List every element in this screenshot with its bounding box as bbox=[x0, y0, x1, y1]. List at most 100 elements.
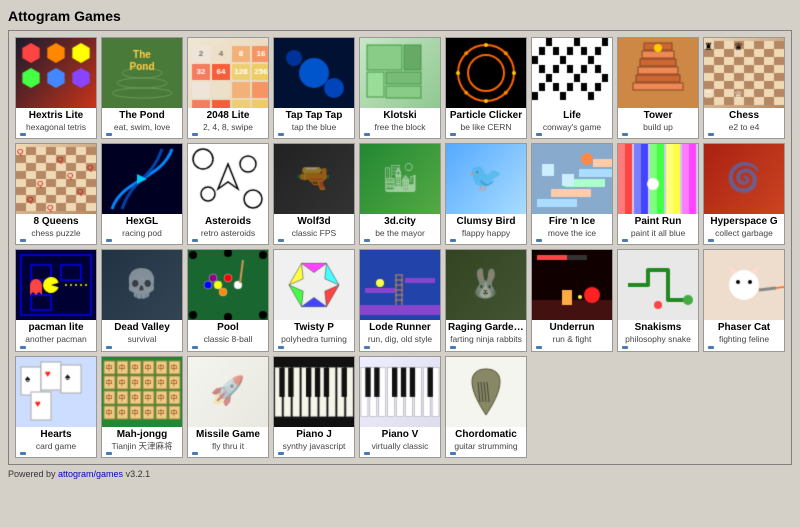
game-card-deadvalley[interactable]: Dead Valleysurvival bbox=[101, 249, 183, 351]
game-badge-pianoj bbox=[276, 451, 352, 456]
game-card-hexgl[interactable]: HexGLracing pod bbox=[101, 143, 183, 245]
game-card-chess[interactable]: Chesse2 to e4 bbox=[703, 37, 785, 139]
game-info-deadvalley: Dead Valleysurvival bbox=[102, 320, 182, 350]
game-badge-chess bbox=[706, 132, 782, 137]
game-subtitle-asteroids: retro asteroids bbox=[190, 228, 266, 238]
game-info-clumsy: Clumsy Birdflappy happy bbox=[446, 214, 526, 244]
game-info-chordo: Chordomaticguitar strumming bbox=[446, 427, 526, 457]
game-thumb-wolf3d bbox=[274, 144, 354, 214]
game-card-lode[interactable]: Lode Runnerrun, dig, old style bbox=[359, 249, 441, 351]
game-title-mahjongg: Mah-jongg bbox=[104, 429, 180, 441]
game-card-mahjongg[interactable]: Mah-jonggTianjin 天津麻将 bbox=[101, 356, 183, 458]
game-card-fireice[interactable]: Fire 'n Icemove the ice bbox=[531, 143, 613, 245]
game-badge-mahjongg bbox=[104, 451, 180, 456]
footer-text: Powered by bbox=[8, 469, 58, 479]
game-card-8queens[interactable]: 8 Queenschess puzzle bbox=[15, 143, 97, 245]
game-info-pianoj: Piano Jsynthy javascript bbox=[274, 427, 354, 457]
game-subtitle-klotski: free the block bbox=[362, 122, 438, 132]
game-badge-pool bbox=[190, 345, 266, 350]
game-thumb-mahjongg bbox=[102, 357, 182, 427]
game-badge-pond bbox=[104, 132, 180, 137]
game-badge-twisty bbox=[276, 345, 352, 350]
game-info-particle: Particle Clickerbe like CERN bbox=[446, 108, 526, 138]
game-card-pacman[interactable]: pacman liteanother pacman bbox=[15, 249, 97, 351]
game-card-raging[interactable]: Raging Gardensfarting ninja rabbits bbox=[445, 249, 527, 351]
game-card-hearts[interactable]: Heartscard game bbox=[15, 356, 97, 458]
game-badge-3dcity bbox=[362, 238, 438, 243]
game-subtitle-chordo: guitar strumming bbox=[448, 441, 524, 451]
game-thumb-raging bbox=[446, 250, 526, 320]
game-card-hyperspace[interactable]: Hyperspace Gcollect garbage bbox=[703, 143, 785, 245]
game-subtitle-pacman: another pacman bbox=[18, 334, 94, 344]
game-card-snakisms[interactable]: Snakismsphilosophy snake bbox=[617, 249, 699, 351]
footer-link[interactable]: attogram/games bbox=[58, 469, 123, 479]
game-card-underrun[interactable]: Underrunrun & fight bbox=[531, 249, 613, 351]
game-info-raging: Raging Gardensfarting ninja rabbits bbox=[446, 320, 526, 350]
game-subtitle-pond: eat, swim, love bbox=[104, 122, 180, 132]
game-card-klotski[interactable]: Klotskifree the block bbox=[359, 37, 441, 139]
game-badge-klotski bbox=[362, 132, 438, 137]
game-info-hextris: Hextris Litehexagonal tetris bbox=[16, 108, 96, 138]
game-badge-wolf3d bbox=[276, 238, 352, 243]
game-card-wolf3d[interactable]: Wolf3dclassic FPS bbox=[273, 143, 355, 245]
game-card-clumsy[interactable]: Clumsy Birdflappy happy bbox=[445, 143, 527, 245]
game-card-3dcity[interactable]: 3d.citybe the mayor bbox=[359, 143, 441, 245]
game-title-hextris: Hextris Lite bbox=[18, 110, 94, 122]
game-title-wolf3d: Wolf3d bbox=[276, 216, 352, 228]
game-title-taptap: Tap Tap Tap bbox=[276, 110, 352, 122]
game-thumb-hexgl bbox=[102, 144, 182, 214]
game-subtitle-hexgl: racing pod bbox=[104, 228, 180, 238]
game-title-pool: Pool bbox=[190, 322, 266, 334]
game-info-wolf3d: Wolf3dclassic FPS bbox=[274, 214, 354, 244]
game-card-paintrun[interactable]: Paint Runpaint it all blue bbox=[617, 143, 699, 245]
game-badge-underrun bbox=[534, 345, 610, 350]
game-subtitle-fireice: move the ice bbox=[534, 228, 610, 238]
game-title-3dcity: 3d.city bbox=[362, 216, 438, 228]
game-info-pacman: pacman liteanother pacman bbox=[16, 320, 96, 350]
game-title-underrun: Underrun bbox=[534, 322, 610, 334]
game-title-paintrun: Paint Run bbox=[620, 216, 696, 228]
game-card-2048[interactable]: 2048 Lite2, 4, 8, swipe bbox=[187, 37, 269, 139]
game-thumb-tower bbox=[618, 38, 698, 108]
game-badge-chordo bbox=[448, 451, 524, 456]
game-subtitle-deadvalley: survival bbox=[104, 334, 180, 344]
game-badge-hearts bbox=[18, 451, 94, 456]
game-info-pool: Poolclassic 8-ball bbox=[188, 320, 268, 350]
game-info-klotski: Klotskifree the block bbox=[360, 108, 440, 138]
game-info-chess: Chesse2 to e4 bbox=[704, 108, 784, 138]
game-card-phasercat[interactable]: Phaser Catfighting feline bbox=[703, 249, 785, 351]
game-title-snakisms: Snakisms bbox=[620, 322, 696, 334]
game-card-asteroids[interactable]: Asteroidsretro asteroids bbox=[187, 143, 269, 245]
game-card-hextris[interactable]: Hextris Litehexagonal tetris bbox=[15, 37, 97, 139]
game-badge-hyperspace bbox=[706, 238, 782, 243]
game-card-taptap[interactable]: Tap Tap Taptap the blue bbox=[273, 37, 355, 139]
game-title-lode: Lode Runner bbox=[362, 322, 438, 334]
game-card-tower[interactable]: Towerbuild up bbox=[617, 37, 699, 139]
game-card-chordo[interactable]: Chordomaticguitar strumming bbox=[445, 356, 527, 458]
game-info-2048: 2048 Lite2, 4, 8, swipe bbox=[188, 108, 268, 138]
games-grid-container: Hextris Litehexagonal tetrisThe Pondeat,… bbox=[8, 30, 792, 465]
game-info-phasercat: Phaser Catfighting feline bbox=[704, 320, 784, 350]
game-title-raging: Raging Gardens bbox=[448, 322, 524, 334]
game-card-life[interactable]: Lifeconway's game bbox=[531, 37, 613, 139]
game-thumb-deadvalley bbox=[102, 250, 182, 320]
game-card-pool[interactable]: Poolclassic 8-ball bbox=[187, 249, 269, 351]
game-badge-lode bbox=[362, 345, 438, 350]
game-card-particle[interactable]: Particle Clickerbe like CERN bbox=[445, 37, 527, 139]
game-badge-phasercat bbox=[706, 345, 782, 350]
game-card-pond[interactable]: The Pondeat, swim, love bbox=[101, 37, 183, 139]
game-title-fireice: Fire 'n Ice bbox=[534, 216, 610, 228]
game-badge-asteroids bbox=[190, 238, 266, 243]
game-card-twisty[interactable]: Twisty Ppolyhedra turning bbox=[273, 249, 355, 351]
game-card-missile[interactable]: Missile Gamefly thru it bbox=[187, 356, 269, 458]
game-subtitle-twisty: polyhedra turning bbox=[276, 334, 352, 344]
game-card-pianoj[interactable]: Piano Jsynthy javascript bbox=[273, 356, 355, 458]
game-subtitle-raging: farting ninja rabbits bbox=[448, 334, 524, 344]
game-badge-snakisms bbox=[620, 345, 696, 350]
game-title-deadvalley: Dead Valley bbox=[104, 322, 180, 334]
game-thumb-paintrun bbox=[618, 144, 698, 214]
game-card-pianov[interactable]: Piano Vvirtually classic bbox=[359, 356, 441, 458]
game-subtitle-8queens: chess puzzle bbox=[18, 228, 94, 238]
game-subtitle-pianov: virtually classic bbox=[362, 441, 438, 451]
game-title-pianov: Piano V bbox=[362, 429, 438, 441]
